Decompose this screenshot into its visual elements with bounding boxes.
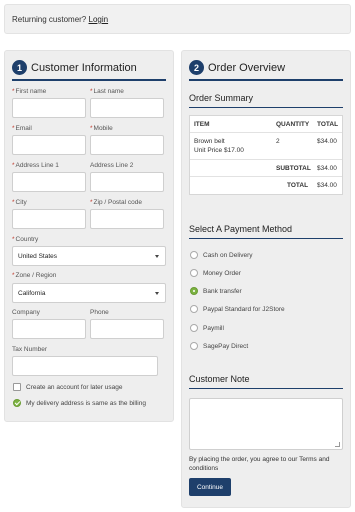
mobile-label: *Mobile — [90, 125, 113, 132]
city-field[interactable] — [12, 209, 86, 229]
customer-information-header: 1 Customer Information — [12, 58, 137, 77]
tax-number-label: Tax Number — [12, 346, 48, 353]
address-line-1-field[interactable] — [12, 172, 86, 192]
zip-field[interactable] — [90, 209, 164, 229]
payment-option-label: Money Order — [203, 270, 241, 277]
returning-customer-prefix: Returning customer? — [12, 15, 87, 24]
subtotal-row: SUBTOTAL $34.00 — [190, 160, 342, 177]
customer-note-textarea[interactable] — [189, 398, 343, 450]
first-name-label: *First name — [12, 88, 47, 95]
item-unit-price: Unit Price $17.00 — [194, 147, 244, 154]
order-summary-title: Order Summary — [189, 93, 254, 103]
payment-option-label: Paymill — [203, 325, 224, 332]
panel-title: Customer Information — [31, 61, 137, 74]
payment-option-label: Paypal Standard for J2Store — [203, 306, 285, 313]
mobile-field[interactable] — [90, 135, 164, 155]
chevron-down-icon — [155, 255, 159, 258]
order-summary-table: ITEM QUANTITY TOTAL Brown belt Unit Pric… — [189, 115, 343, 195]
column-header-item: ITEM — [194, 121, 210, 128]
resize-handle-icon[interactable] — [335, 442, 340, 447]
column-header-quantity: QUANTITY — [276, 121, 310, 128]
order-overview-header: 2 Order Overview — [189, 58, 285, 77]
payment-radio-paypal-standard[interactable] — [190, 305, 198, 313]
payment-method-title: Select A Payment Method — [189, 224, 293, 234]
login-link[interactable]: Login — [89, 15, 109, 24]
returning-customer-bar: Returning customer? Login — [4, 4, 351, 34]
same-billing-label: My delivery address is same as the billi… — [26, 400, 146, 407]
payment-radio-cash-on-delivery[interactable] — [190, 251, 198, 259]
step-number: 2 — [189, 60, 204, 75]
create-account-label: Create an account for later usage — [26, 384, 123, 391]
email-field[interactable] — [12, 135, 86, 155]
phone-field[interactable] — [90, 319, 164, 339]
section-divider — [189, 238, 343, 239]
item-name: Brown belt — [194, 138, 225, 145]
chevron-down-icon — [155, 292, 159, 295]
tax-number-field[interactable] — [12, 356, 158, 376]
total-value: $34.00 — [317, 182, 337, 189]
address-line-1-label: *Address Line 1 — [12, 162, 59, 169]
order-overview-panel: 2 Order Overview Order Summary ITEM QUAN… — [181, 50, 351, 508]
phone-label: Phone — [90, 309, 109, 316]
company-field[interactable] — [12, 319, 86, 339]
customer-information-panel: 1 Customer Information *First name *Last… — [4, 50, 174, 422]
title-divider — [189, 79, 343, 81]
first-name-field[interactable] — [12, 98, 86, 118]
zone-label: *Zone / Region — [12, 272, 57, 279]
zone-value: California — [18, 289, 46, 297]
payment-radio-sagepay-direct[interactable] — [190, 342, 198, 350]
terms-text: By placing the order, you agree to our T… — [189, 456, 330, 472]
item-total: $34.00 — [317, 138, 337, 145]
last-name-label: *Last name — [90, 88, 124, 95]
payment-option-label: Cash on Delivery — [203, 252, 253, 259]
city-label: *City — [12, 199, 27, 206]
email-label: *Email — [12, 125, 32, 132]
create-account-checkbox[interactable] — [13, 383, 21, 391]
total-row: TOTAL $34.00 — [190, 177, 342, 194]
table-header-row: ITEM QUANTITY TOTAL — [190, 116, 342, 133]
table-row: Brown belt Unit Price $17.00 2 $34.00 — [190, 133, 342, 160]
returning-customer-text: Returning customer? Login — [12, 15, 108, 24]
address-line-2-field[interactable] — [90, 172, 164, 192]
last-name-field[interactable] — [90, 98, 164, 118]
item-quantity: 2 — [276, 138, 280, 145]
panel-title: Order Overview — [208, 61, 286, 74]
payment-radio-paymill[interactable] — [190, 324, 198, 332]
country-value: United States — [18, 252, 58, 260]
zip-label: *Zip / Postal code — [90, 199, 142, 206]
payment-radio-bank-transfer[interactable] — [190, 287, 198, 295]
country-select[interactable]: United States — [12, 246, 166, 266]
subtotal-value: $34.00 — [317, 165, 337, 172]
section-divider — [189, 388, 343, 389]
total-label: TOTAL — [287, 182, 309, 189]
country-label: *Country — [12, 236, 39, 243]
step-number: 1 — [12, 60, 27, 75]
payment-option-label: SagePay Direct — [203, 343, 249, 350]
continue-button[interactable]: Continue — [189, 478, 231, 496]
customer-note-title: Customer Note — [189, 374, 250, 384]
zone-select[interactable]: California — [12, 283, 166, 303]
section-divider — [189, 107, 343, 108]
payment-option-label: Bank transfer — [203, 288, 242, 295]
subtotal-label: SUBTOTAL — [276, 165, 311, 172]
title-divider — [12, 79, 166, 81]
address-line-2-label: Address Line 2 — [90, 162, 134, 169]
company-label: Company — [12, 309, 40, 316]
column-header-total: TOTAL — [317, 121, 339, 128]
payment-radio-money-order[interactable] — [190, 269, 198, 277]
same-billing-checkbox[interactable] — [13, 399, 21, 407]
